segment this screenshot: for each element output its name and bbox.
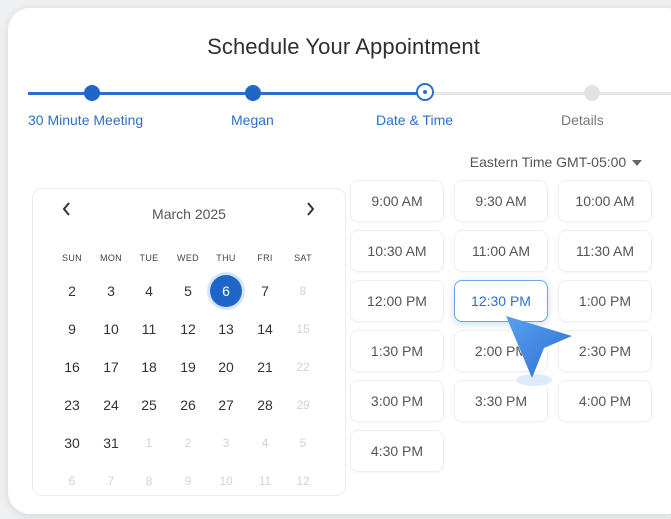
calendar-day: 10 [219,474,233,488]
calendar-day[interactable]: 27 [210,389,242,421]
weekday-header: FRI [257,253,273,263]
calendar-day[interactable]: 31 [95,427,127,459]
calendar-day: 5 [299,436,307,450]
calendar-day: 11 [258,474,272,488]
time-slot[interactable]: 11:00 AM [454,230,548,272]
calendar-day[interactable]: 21 [249,351,281,383]
weekday-header: TUE [139,253,159,263]
time-slot[interactable]: 2:00 PM [454,330,548,372]
weekday-header: WED [177,253,199,263]
calendar-day[interactable]: 12 [172,313,204,345]
calendar-day[interactable]: 10 [95,313,127,345]
caret-down-icon [632,160,643,166]
time-slot-selected[interactable]: 12:30 PM [454,280,548,322]
calendar-day: 22 [296,360,310,374]
calendar-day[interactable]: 14 [249,313,281,345]
calendar-day: 2 [184,436,192,450]
timezone-label: Eastern Time GMT-05:00 [469,154,627,170]
calendar-day[interactable]: 19 [172,351,204,383]
calendar-day: 8 [299,284,307,298]
weekday-header: THU [216,253,236,263]
calendar: March 2025 SUN MON TUE WED THU FRI SAT 2345678… [32,188,346,496]
calendar-day: 12 [296,474,310,488]
calendar-day: 1 [145,436,153,450]
calendar-day: 3 [222,436,230,450]
time-slot[interactable]: 4:30 PM [350,430,444,472]
step-dot-meeting[interactable] [84,85,100,101]
calendar-day[interactable]: 3 [95,275,127,307]
step-label-host[interactable]: Megan [231,112,274,128]
time-slot[interactable]: 9:00 AM [350,180,444,222]
calendar-day[interactable]: 9 [56,313,88,345]
step-dot-host[interactable] [245,85,261,101]
calendar-day[interactable]: 4 [133,275,165,307]
month-label: March 2025 [152,206,226,222]
calendar-day[interactable]: 30 [56,427,88,459]
calendar-day[interactable]: 28 [249,389,281,421]
time-slot[interactable]: 3:00 PM [350,380,444,422]
time-slot[interactable]: 10:30 AM [350,230,444,272]
calendar-day[interactable]: 7 [249,275,281,307]
calendar-day[interactable]: 18 [133,351,165,383]
time-slot[interactable]: 4:00 PM [558,380,652,422]
calendar-day-selected[interactable]: 6 [210,275,242,307]
calendar-day[interactable]: 16 [56,351,88,383]
chevron-right-icon[interactable] [304,201,316,222]
time-slot[interactable]: 2:30 PM [558,330,652,372]
scheduler-card: Schedule Your Appointment 30 Minute Meet… [8,8,671,514]
step-label-meeting[interactable]: 30 Minute Meeting [28,112,143,128]
weekday-header: MON [100,253,122,263]
calendar-day: 8 [145,474,153,488]
step-label-details: Details [561,112,604,128]
calendar-day[interactable]: 13 [210,313,242,345]
calendar-day: 7 [107,474,115,488]
time-slot[interactable]: 12:00 PM [350,280,444,322]
page-title: Schedule Your Appointment [207,34,480,59]
step-label-date-time: Date & Time [376,112,454,128]
time-slot[interactable]: 10:00 AM [558,180,652,222]
calendar-day: 29 [296,398,310,412]
time-slot[interactable]: 11:30 AM [558,230,652,272]
calendar-day[interactable]: 26 [172,389,204,421]
timezone-select[interactable]: Eastern Time GMT-05:00 [456,146,656,178]
weekday-header: SAT [294,253,312,263]
calendar-day[interactable]: 20 [210,351,242,383]
calendar-day: 9 [184,474,192,488]
progress-track-remaining [426,92,671,95]
calendar-day: 6 [68,474,76,488]
calendar-day[interactable]: 23 [56,389,88,421]
step-dot-details [584,85,600,101]
weekday-header: SUN [62,253,82,263]
time-slot[interactable]: 9:30 AM [454,180,548,222]
calendar-day[interactable]: 24 [95,389,127,421]
time-slot[interactable]: 1:00 PM [558,280,652,322]
time-slot[interactable]: 1:30 PM [350,330,444,372]
calendar-day[interactable]: 2 [56,275,88,307]
calendar-day[interactable]: 25 [133,389,165,421]
step-dot-date-time [416,83,434,101]
time-slot[interactable]: 3:30 PM [454,380,548,422]
calendar-day: 4 [261,436,269,450]
calendar-day[interactable]: 17 [95,351,127,383]
calendar-day[interactable]: 5 [172,275,204,307]
calendar-day: 15 [296,322,310,336]
calendar-day[interactable]: 11 [133,313,165,345]
